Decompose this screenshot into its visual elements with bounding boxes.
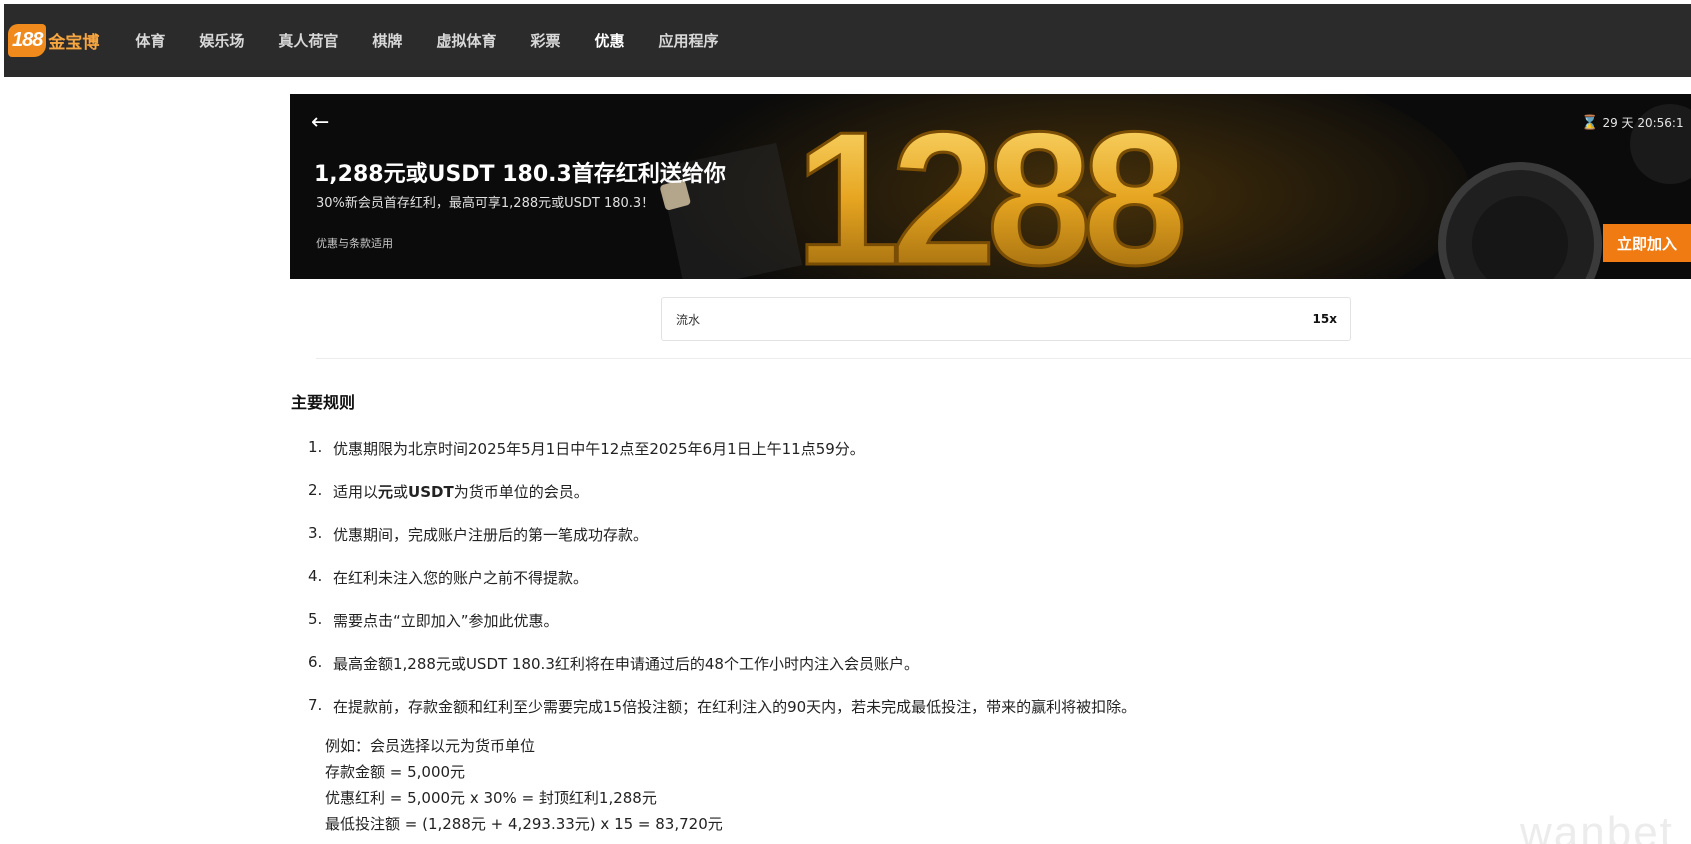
- example-line: 存款金额 = 5,000元: [325, 763, 466, 781]
- top-navigation-bar: 188 金宝博 体育 娱乐场 真人荷官 棋牌 虚拟体育 彩票 优惠 应用程序: [4, 4, 1691, 77]
- nav-item-promotions[interactable]: 优惠: [594, 30, 624, 51]
- example-line: 例如：会员选择以元为货币单位: [325, 737, 536, 755]
- rules-heading: 主要规则: [291, 393, 356, 412]
- watermark: wanbet: [1520, 808, 1674, 844]
- rule-item: 6. 最高金额1,288元或USDT 180.3红利将在申请通过后的48个工作小时…: [308, 653, 919, 673]
- rule-item: 2. 适用以元或USDT为货币单位的会员。: [308, 481, 589, 501]
- example-line: 最低投注额 = (1,288元 + 4,293.33元) x 15 = 83,7…: [325, 815, 723, 833]
- nav-item-chess-cards[interactable]: 棋牌: [372, 30, 402, 51]
- join-now-button[interactable]: 立即加入: [1603, 224, 1691, 262]
- back-arrow-icon[interactable]: ←: [311, 110, 329, 135]
- rule-item: 4. 在红利未注入您的账户之前不得提款。: [308, 567, 589, 587]
- nav-item-virtual-sports[interactable]: 虚拟体育: [436, 30, 496, 51]
- rule-example: 例如：会员选择以元为货币单位 存款金额 = 5,000元 优惠红利 = 5,00…: [325, 733, 723, 837]
- terms-link[interactable]: 优惠与条款适用: [316, 235, 393, 251]
- countdown-text: 29 天 20:56:1: [1602, 116, 1684, 130]
- rule-item: 1. 优惠期限为北京时间2025年5月1日中午12点至2025年6月1日上午11点…: [308, 438, 865, 458]
- main-menu: 体育 娱乐场 真人荷官 棋牌 虚拟体育 彩票 优惠 应用程序: [135, 30, 752, 51]
- banner-art-numbers: 1288: [795, 94, 1182, 279]
- promo-title: 1,288元或USDT 180.3首存红利送给你: [314, 162, 726, 187]
- promo-subtitle: 30%新会员首存红利，最高可享1,288元或USDT 180.3！: [316, 196, 655, 211]
- nav-item-lottery[interactable]: 彩票: [530, 30, 560, 51]
- nav-item-apps[interactable]: 应用程序: [658, 30, 718, 51]
- rollover-box: 流水 15x: [661, 297, 1351, 341]
- logo-text: 金宝博: [48, 33, 100, 53]
- rule-item: 5. 需要点击“立即加入”参加此优惠。: [308, 610, 559, 630]
- rollover-label: 流水: [676, 312, 701, 327]
- promo-banner: 1288 ← 1,288元或USDT 180.3首存红利送给你 30%新会员首存…: [290, 94, 1691, 279]
- hourglass-icon: ⌛: [1581, 114, 1599, 131]
- nav-item-live-dealer[interactable]: 真人荷官: [278, 30, 338, 51]
- rollover-value: 15x: [1312, 312, 1337, 326]
- nav-item-sports[interactable]: 体育: [135, 30, 165, 51]
- nav-item-casino[interactable]: 娱乐场: [199, 30, 244, 51]
- rule-item: 3. 优惠期间，完成账户注册后的第一笔成功存款。: [308, 524, 649, 544]
- rules-list: 1. 优惠期限为北京时间2025年5月1日中午12点至2025年6月1日上午11点…: [308, 438, 1678, 739]
- logo-badge: 188: [8, 24, 47, 57]
- countdown-timer: ⌛ 29 天 20:56:1: [1581, 114, 1691, 131]
- site-logo[interactable]: 188 金宝博: [8, 21, 99, 61]
- example-line: 优惠红利 = 5,000元 x 30% = 封顶红利1,288元: [325, 789, 657, 807]
- section-divider: [316, 358, 1691, 359]
